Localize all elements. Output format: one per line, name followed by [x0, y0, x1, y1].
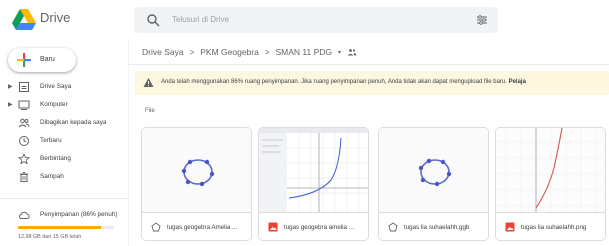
storage-progress-bar [18, 226, 114, 229]
sidebar-item-label: Terbaru [40, 137, 62, 144]
main-divider [128, 38, 129, 246]
file-thumbnail [496, 128, 605, 212]
files-section-label: File [145, 108, 155, 114]
new-button-label: Baru [40, 56, 55, 63]
warning-text: Anda telah menggunakan 86% ruang penyimp… [161, 79, 526, 85]
file-card[interactable]: tugas geogebra Amelia ... [141, 127, 252, 241]
plus-icon [17, 53, 31, 67]
computer-icon [18, 100, 30, 110]
shared-icon [18, 118, 30, 128]
breadcrumb-item-current[interactable]: SMAN 11 PDG [276, 47, 333, 57]
warning-link[interactable]: Pelaja [509, 79, 526, 85]
file-name: tugas geogebra Amelia ... [167, 224, 238, 231]
sidebar-item-storage[interactable]: Penyimpanan (86% penuh) [0, 206, 128, 224]
image-icon [268, 222, 278, 232]
search-bar[interactable]: Telusuri di Drive [134, 7, 498, 33]
sidebar-item-starred[interactable]: Berbintang [0, 150, 128, 168]
storage-progress-fill [18, 226, 101, 229]
geogebra-icon [151, 222, 161, 232]
sidebar-item-computers[interactable]: ▶ Komputer [0, 96, 128, 114]
chevron-down-icon[interactable]: ▾ [338, 49, 341, 56]
search-icon[interactable] [146, 13, 160, 27]
trash-icon [20, 172, 28, 182]
search-input[interactable]: Telusuri di Drive [172, 15, 229, 24]
storage-warning-banner: Anda telah menggunakan 86% ruang penyimp… [135, 71, 609, 95]
file-thumbnail [259, 128, 368, 212]
sidebar-item-label: Berbintang [40, 155, 71, 162]
top-bar: Drive Telusuri di Drive [0, 0, 609, 38]
file-name: tugas lia suhaelahh.ggb [404, 224, 470, 231]
file-thumbnail [379, 128, 488, 212]
file-name: tugas lia suhaelahh.png [521, 224, 587, 231]
google-drive-logo[interactable] [12, 9, 36, 30]
graph-image-thumbnail [496, 128, 605, 212]
warning-message: Anda telah menggunakan 86% ruang penyimp… [161, 79, 507, 85]
header-divider [128, 64, 609, 65]
sidebar-item-label: Penyimpanan (86% penuh) [40, 211, 118, 218]
file-card[interactable]: tugas lia suhaelahh.ggb [378, 127, 489, 241]
breadcrumb: Drive Saya > PKM Geogebra > SMAN 11 PDG … [142, 44, 357, 60]
cloud-icon [19, 211, 30, 219]
geogebra-thumbnail [142, 128, 251, 212]
sidebar-item-label: Komputer [40, 101, 68, 108]
sidebar-item-label: Sampah [40, 173, 64, 180]
clock-icon [19, 136, 29, 146]
file-name: tugas geogebra amelia ... [284, 224, 354, 231]
caret-right-icon[interactable]: ▶ [8, 83, 13, 90]
sidebar-divider [0, 198, 128, 199]
graph-screenshot-thumbnail [259, 128, 368, 212]
geogebra-icon [388, 222, 398, 232]
shared-folder-icon [347, 49, 357, 56]
breadcrumb-item[interactable]: Drive Saya [142, 47, 184, 57]
main-content: Drive Saya > PKM Geogebra > SMAN 11 PDG … [128, 38, 609, 246]
file-meta: tugas lia suhaelahh.ggb [379, 212, 488, 240]
caret-right-icon[interactable]: ▶ [8, 101, 13, 108]
file-meta: tugas geogebra amelia ... [259, 212, 368, 240]
chevron-right-icon: > [189, 47, 195, 57]
file-card[interactable]: tugas geogebra amelia ... [258, 127, 369, 241]
breadcrumb-item[interactable]: PKM Geogebra [200, 47, 259, 57]
sidebar-item-trash[interactable]: Sampah [0, 168, 128, 186]
sidebar-item-label: Dibagikan kepada saya [40, 119, 107, 126]
chevron-right-icon: > [264, 47, 270, 57]
app-title: Drive [40, 10, 71, 25]
storage-usage-text: 12,98 GB dari 15 GB telah [18, 234, 82, 240]
sidebar-item-label: Drive Saya [40, 83, 72, 90]
star-icon [18, 153, 30, 165]
file-thumbnail [142, 128, 251, 212]
sidebar-item-my-drive[interactable]: ▶ Drive Saya [0, 78, 128, 96]
sidebar-item-shared[interactable]: Dibagikan kepada saya [0, 114, 128, 132]
drive-icon [19, 82, 29, 92]
sidebar-item-recent[interactable]: Terbaru [0, 132, 128, 150]
file-meta: tugas lia suhaelahh.png [496, 212, 605, 240]
sidebar: Baru ▶ Drive Saya ▶ Komputer Dibagikan k… [0, 38, 128, 246]
warning-icon [143, 78, 154, 87]
file-card[interactable]: tugas lia suhaelahh.png [495, 127, 606, 241]
search-options-icon[interactable] [476, 14, 488, 26]
file-meta: tugas geogebra Amelia ... [142, 212, 251, 240]
image-icon [505, 222, 515, 232]
new-button[interactable]: Baru [8, 48, 76, 72]
geogebra-thumbnail [379, 128, 488, 212]
